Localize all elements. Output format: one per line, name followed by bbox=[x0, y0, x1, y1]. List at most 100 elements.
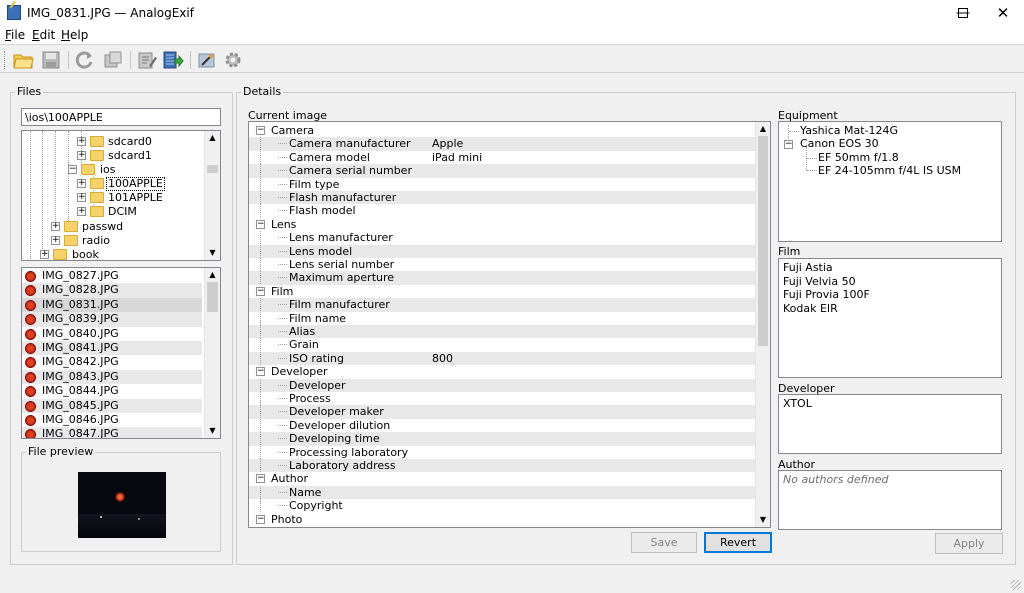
open-folder-icon[interactable] bbox=[12, 49, 34, 71]
tree-scrollbar[interactable]: ▲ ▼ bbox=[204, 131, 220, 260]
property-row[interactable]: Copyright bbox=[249, 499, 756, 513]
property-row[interactable]: Laboratory address bbox=[249, 459, 756, 473]
collapse-icon[interactable]: − bbox=[256, 367, 265, 377]
file-list-item[interactable]: IMG_0847.JPG bbox=[22, 427, 202, 438]
edit-tags-icon[interactable] bbox=[136, 49, 158, 71]
save-button[interactable]: Save bbox=[631, 532, 697, 553]
tree-item-radio[interactable]: + radio bbox=[22, 234, 206, 248]
expand-icon[interactable]: + bbox=[51, 236, 60, 245]
property-section[interactable]: − Lens bbox=[249, 218, 756, 231]
property-section[interactable]: − Developer bbox=[249, 365, 756, 378]
scroll-up-icon[interactable]: ▲ bbox=[205, 268, 220, 282]
property-row[interactable]: Developing time bbox=[249, 432, 756, 446]
property-section[interactable]: − Camera bbox=[249, 124, 756, 137]
menu-edit[interactable]: Edit bbox=[32, 28, 55, 42]
collapse-icon[interactable]: − bbox=[256, 514, 265, 524]
tree-item-ios[interactable]: − ios bbox=[22, 163, 206, 177]
expand-icon[interactable]: + bbox=[77, 207, 86, 216]
file-list-item[interactable]: IMG_0844.JPG bbox=[22, 384, 202, 398]
file-list-item[interactable]: IMG_0839.JPG bbox=[22, 312, 202, 327]
revert-icon[interactable] bbox=[102, 49, 124, 71]
expand-icon[interactable]: + bbox=[77, 193, 86, 202]
tree-item-sdcard1[interactable]: + sdcard1 bbox=[22, 149, 206, 163]
film-item[interactable]: Kodak EIR bbox=[783, 302, 838, 315]
scroll-down-icon[interactable]: ▼ bbox=[205, 246, 220, 260]
reload-icon[interactable] bbox=[74, 49, 96, 71]
file-list-item[interactable]: IMG_0846.JPG bbox=[22, 413, 202, 427]
property-row[interactable]: Camera manufacturer Apple bbox=[249, 137, 756, 151]
property-row[interactable]: Camera model iPad mini bbox=[249, 150, 756, 164]
settings-icon[interactable] bbox=[222, 49, 244, 71]
expand-icon[interactable]: + bbox=[51, 222, 60, 231]
file-list-item[interactable]: IMG_0845.JPG bbox=[22, 398, 202, 413]
close-button[interactable]: ✕ bbox=[980, 0, 1024, 27]
equipment-item[interactable]: Yashica Mat-124G bbox=[800, 124, 898, 137]
property-row[interactable]: Lens manufacturer bbox=[249, 231, 756, 245]
collapse-icon[interactable]: − bbox=[256, 219, 265, 229]
property-row[interactable]: Developer bbox=[249, 378, 756, 392]
resize-grip[interactable] bbox=[1011, 580, 1021, 590]
property-row[interactable]: Film manufacturer bbox=[249, 298, 756, 312]
property-row[interactable]: Flash model bbox=[249, 204, 756, 218]
scroll-down-icon[interactable]: ▼ bbox=[756, 513, 770, 527]
property-row[interactable]: Developer dilution bbox=[249, 418, 756, 432]
property-row[interactable]: Lens model bbox=[249, 244, 756, 258]
property-row[interactable]: ISO rating 800 bbox=[249, 351, 756, 366]
film-item[interactable]: Fuji Astia bbox=[783, 261, 833, 274]
apply-button[interactable]: Apply bbox=[935, 533, 1003, 554]
property-row[interactable]: Process bbox=[249, 392, 756, 405]
file-list-item[interactable]: IMG_0831.JPG bbox=[22, 297, 202, 313]
author-list[interactable]: No authors defined bbox=[778, 470, 1002, 530]
expand-icon[interactable]: + bbox=[77, 137, 86, 146]
file-list-item[interactable]: IMG_0842.JPG bbox=[22, 355, 202, 369]
property-row[interactable]: Lens serial number bbox=[249, 258, 756, 271]
scroll-up-icon[interactable]: ▲ bbox=[205, 131, 220, 145]
equipment-item[interactable]: Canon EOS 30 bbox=[800, 137, 879, 150]
property-value[interactable]: iPad mini bbox=[432, 151, 482, 164]
film-item[interactable]: Fuji Provia 100F bbox=[783, 288, 870, 301]
folder-tree[interactable]: + sdcard0 + sdcard1 − ios + 100APPLE + 1… bbox=[21, 130, 221, 261]
collapse-icon[interactable]: − bbox=[256, 286, 265, 296]
tree-item-100apple[interactable]: + 100APPLE bbox=[22, 177, 206, 191]
property-row[interactable]: Name bbox=[249, 485, 756, 500]
property-row[interactable]: Developer maker bbox=[249, 405, 756, 419]
property-row[interactable]: Film type bbox=[249, 177, 756, 191]
property-row[interactable]: Grain bbox=[249, 338, 756, 352]
scroll-up-icon[interactable]: ▲ bbox=[756, 122, 770, 136]
equipment-item[interactable]: EF 24-105mm f/4L IS USM bbox=[818, 164, 961, 177]
properties-scrollbar[interactable]: ▲ ▼ bbox=[755, 122, 770, 527]
file-list-item[interactable]: IMG_0840.JPG bbox=[22, 327, 202, 341]
property-row[interactable]: Film name bbox=[249, 311, 756, 325]
property-row[interactable]: Flash manufacturer bbox=[249, 191, 756, 205]
tree-item-101apple[interactable]: + 101APPLE bbox=[22, 191, 206, 205]
tree-item-passwd[interactable]: + passwd bbox=[22, 220, 206, 234]
file-list-item[interactable]: IMG_0827.JPG bbox=[22, 269, 202, 283]
scroll-thumb[interactable] bbox=[207, 165, 218, 173]
tree-item-book[interactable]: + book bbox=[22, 248, 206, 260]
properties-tree[interactable]: − Camera Camera manufacturer Apple Camera mo… bbox=[248, 121, 771, 528]
property-section[interactable]: − Photo bbox=[249, 513, 756, 526]
collapse-icon[interactable]: − bbox=[68, 165, 77, 174]
property-row[interactable]: Processing laboratory bbox=[249, 445, 756, 459]
menu-help[interactable]: Help bbox=[61, 28, 88, 42]
save-icon[interactable] bbox=[40, 49, 62, 71]
scroll-thumb[interactable] bbox=[207, 282, 218, 312]
file-list[interactable]: IMG_0827.JPG IMG_0828.JPG IMG_0831.JPG IMG_… bbox=[21, 267, 221, 439]
property-row[interactable]: Alias bbox=[249, 325, 756, 339]
property-section[interactable]: − Author bbox=[249, 472, 756, 485]
file-list-scrollbar[interactable]: ▲ ▼ bbox=[204, 268, 220, 438]
expand-icon[interactable]: + bbox=[77, 179, 86, 188]
developer-item[interactable]: XTOL bbox=[783, 397, 812, 410]
tree-item-dcim[interactable]: + DCIM bbox=[22, 205, 206, 219]
property-section[interactable]: − Film bbox=[249, 285, 756, 298]
property-value[interactable]: Apple bbox=[432, 137, 463, 150]
expand-icon[interactable]: + bbox=[40, 250, 49, 259]
collapse-icon[interactable]: − bbox=[784, 140, 793, 149]
gear-equipment-icon[interactable] bbox=[196, 49, 218, 71]
collapse-icon[interactable]: − bbox=[256, 474, 265, 484]
film-item[interactable]: Fuji Velvia 50 bbox=[783, 275, 856, 288]
file-list-item[interactable]: IMG_0843.JPG bbox=[22, 369, 202, 385]
equipment-tree[interactable]: Yashica Mat-124G − Canon EOS 30 EF 50mm … bbox=[778, 121, 1002, 242]
file-list-item[interactable]: IMG_0828.JPG bbox=[22, 283, 202, 298]
revert-button[interactable]: Revert bbox=[704, 532, 772, 553]
